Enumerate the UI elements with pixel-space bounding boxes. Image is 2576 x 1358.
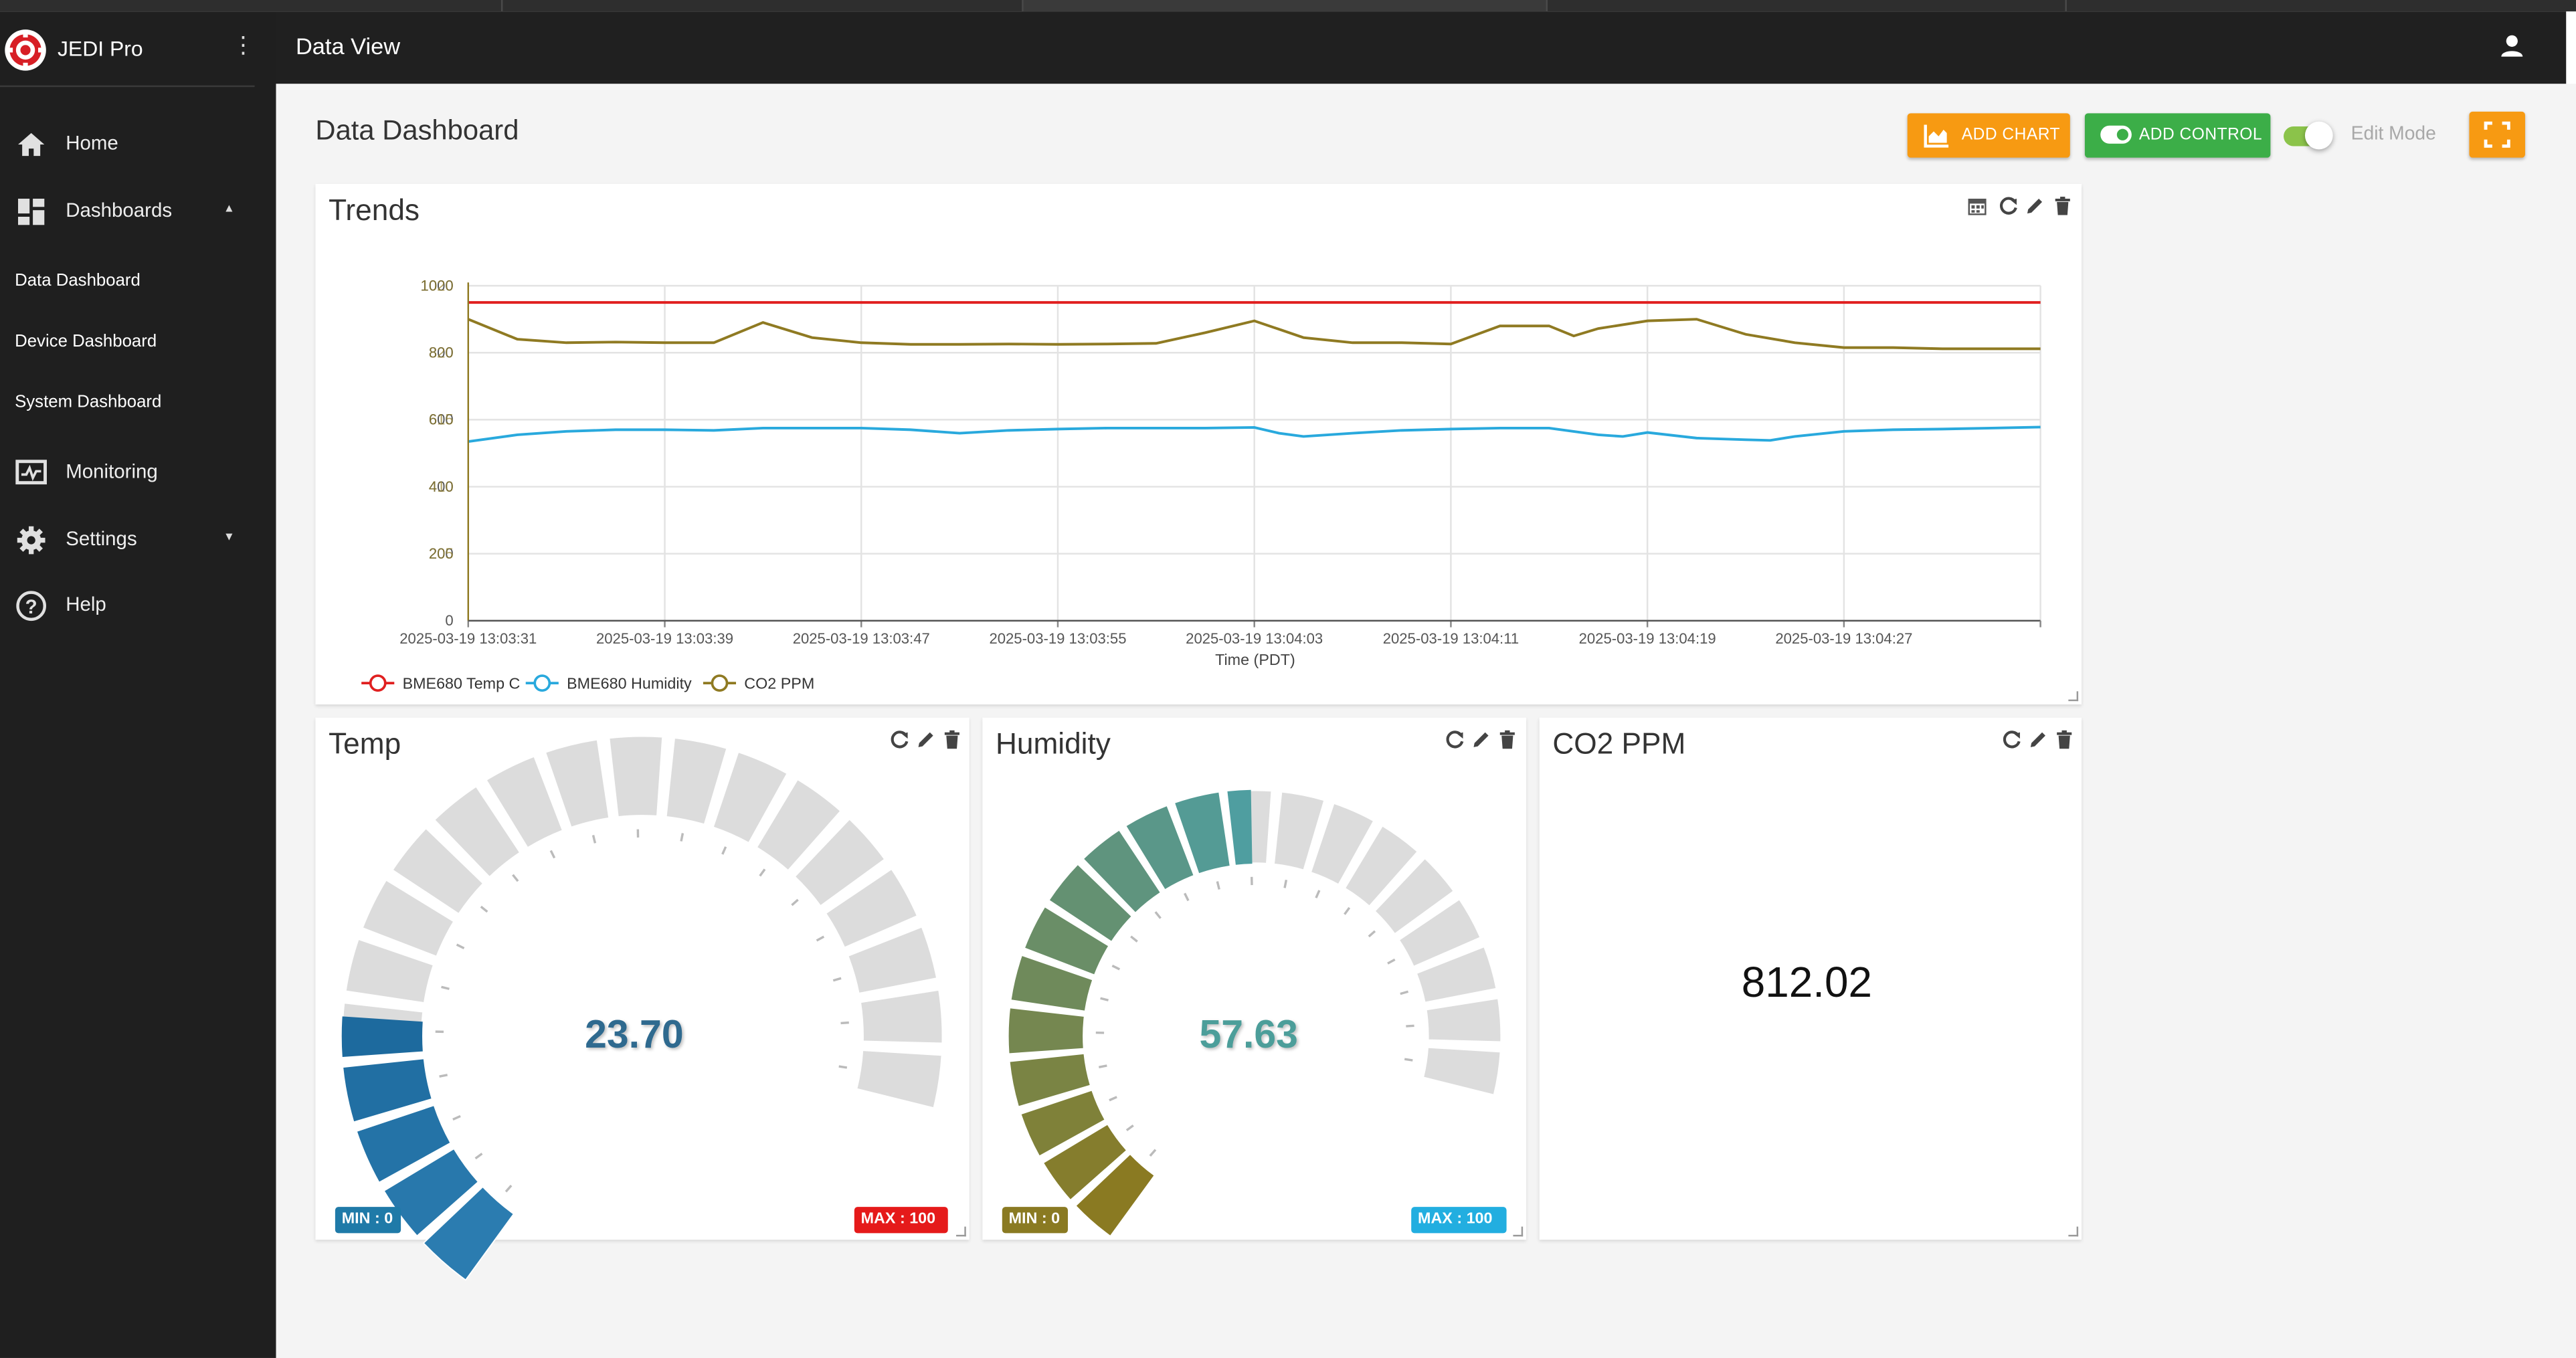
gauge-tick bbox=[591, 835, 597, 844]
gauge-tick bbox=[474, 1153, 483, 1160]
gauge-tick bbox=[1283, 879, 1288, 888]
gauge-tick bbox=[1315, 890, 1321, 898]
gauge-tick bbox=[1387, 958, 1396, 965]
temp-min-badge: MIN : 0 bbox=[335, 1207, 401, 1234]
gauge-tick bbox=[1149, 1149, 1157, 1157]
gauge-tick bbox=[480, 905, 488, 913]
gauge-tick bbox=[721, 846, 727, 855]
gauge-tick bbox=[441, 985, 450, 990]
temp-max-label: MAX : 100 bbox=[860, 1210, 936, 1229]
gauge-tick bbox=[1368, 930, 1376, 938]
temp-max-badge: MAX : 100 bbox=[854, 1207, 948, 1234]
gauge-segment bbox=[1420, 1045, 1503, 1097]
gauge-tick bbox=[816, 935, 825, 942]
gauge-tick bbox=[1130, 935, 1138, 943]
humidity-value: 57.63 bbox=[1199, 1013, 1298, 1058]
gauge-tick bbox=[840, 1021, 849, 1025]
co2-value: 812.02 bbox=[1741, 957, 1873, 1007]
gauge-tick bbox=[1216, 881, 1220, 890]
gauge-segment bbox=[854, 1048, 944, 1110]
temp-value: 23.70 bbox=[585, 1013, 684, 1058]
gauge-tick bbox=[832, 977, 842, 982]
gauge-segment-filled bbox=[341, 1016, 423, 1057]
gauge-tick bbox=[452, 1114, 461, 1121]
gauge-segment bbox=[1424, 996, 1503, 1044]
gauge-tick bbox=[504, 1185, 513, 1193]
gauge-tick bbox=[1109, 1096, 1117, 1102]
humidity-min-badge: MIN : 0 bbox=[1002, 1207, 1069, 1234]
gauge-tick bbox=[759, 868, 766, 877]
gauge-tick bbox=[512, 874, 519, 882]
gauge-tick bbox=[838, 1065, 848, 1069]
gauge-tick bbox=[1098, 1064, 1107, 1068]
gauge-tick bbox=[1125, 1124, 1134, 1132]
gauge-tick bbox=[1400, 990, 1409, 995]
app-window: JEDI Pro ⋮ Home Dashboards ▲ Data Dashbo… bbox=[0, 0, 2576, 1358]
humidity-min-label: MIN : 0 bbox=[1008, 1210, 1061, 1229]
gauge-tick bbox=[549, 850, 556, 859]
gauge-tick bbox=[456, 943, 465, 950]
temp-gauge bbox=[340, 734, 945, 1281]
gauge-tick bbox=[1344, 906, 1351, 915]
gauge-tick bbox=[1404, 1058, 1413, 1062]
humidity-max-label: MAX : 100 bbox=[1418, 1210, 1493, 1229]
gauge-segment bbox=[607, 734, 665, 819]
gauge-tick bbox=[439, 1074, 448, 1078]
gauge-tick bbox=[680, 833, 684, 842]
gauge-tick bbox=[1100, 997, 1109, 1001]
gauge-segment bbox=[858, 987, 945, 1046]
gauge-tick bbox=[1111, 965, 1121, 971]
temp-min-label: MIN : 0 bbox=[341, 1210, 393, 1229]
gauges-layer bbox=[340, 734, 1503, 1281]
gauge-tick bbox=[1184, 892, 1190, 902]
gauge-tick bbox=[1154, 911, 1162, 919]
humidity-max-badge: MAX : 100 bbox=[1411, 1207, 1507, 1234]
gauge-tick bbox=[791, 898, 799, 906]
